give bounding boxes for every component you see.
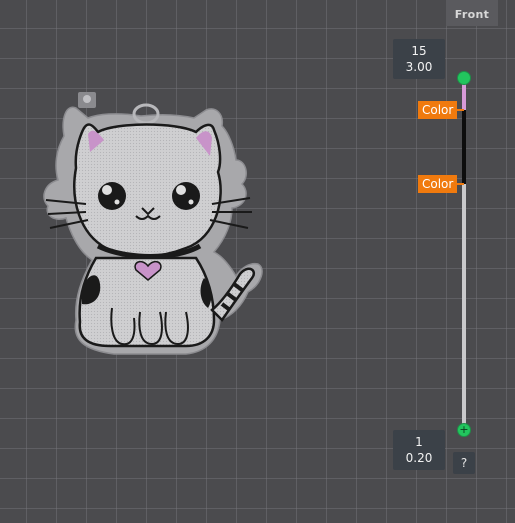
cat-left-eye [98, 182, 126, 210]
color-segment-pink [462, 84, 466, 110]
color-segment-black [462, 110, 466, 184]
top-layer-number: 15 [411, 44, 427, 58]
view-cube-front[interactable]: Front [446, 0, 498, 26]
cat-right-eye [172, 182, 200, 210]
bottom-layer-number: 1 [415, 435, 423, 449]
bottom-layer-readout: 1 0.20 [393, 430, 445, 470]
color-change-tag[interactable]: Color [418, 101, 458, 119]
color-change-tag[interactable]: Color [418, 175, 458, 193]
help-button[interactable]: ? [453, 452, 475, 474]
cat-keychain-model[interactable] [36, 88, 266, 373]
top-layer-readout: 15 3.00 [393, 39, 445, 79]
top-layer-height: 3.00 [405, 60, 433, 74]
bottom-layer-height: 0.20 [405, 451, 433, 465]
top-slider-handle[interactable] [457, 71, 471, 85]
add-color-change-handle[interactable]: + [457, 423, 471, 437]
